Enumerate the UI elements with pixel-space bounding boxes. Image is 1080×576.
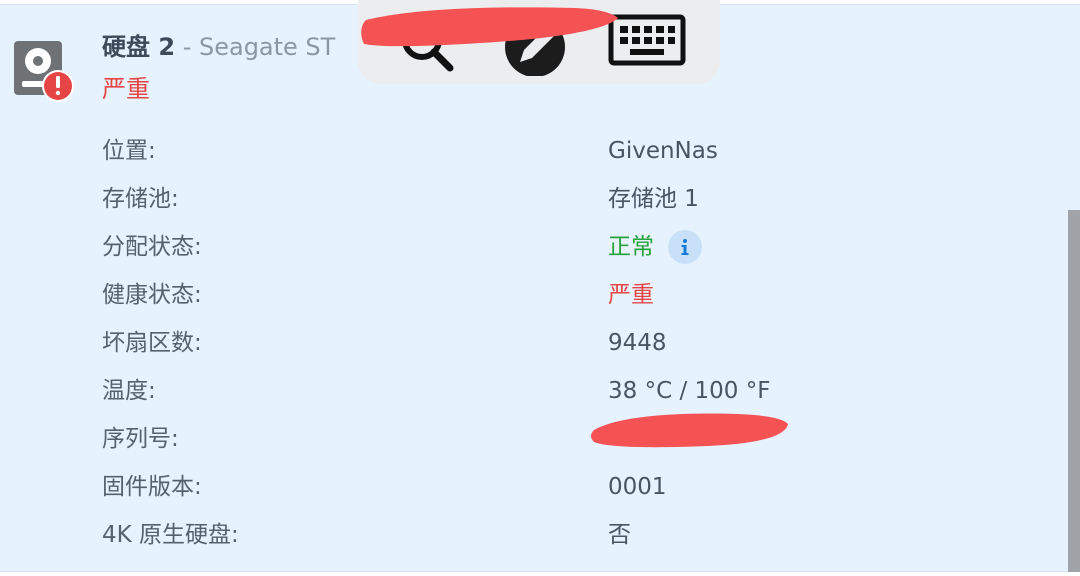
location-value: GivenNas <box>608 138 718 164</box>
row-firmware: 固件版本: 0001 <box>0 467 1060 507</box>
firmware-value: 0001 <box>608 474 667 500</box>
allocation-status-value-wrap: 正常 <box>608 227 702 267</box>
info-icon[interactable] <box>668 230 702 264</box>
4k-native-label: 4K 原生硬盘: <box>102 522 239 548</box>
disk-model: - Seagate ST <box>175 33 336 61</box>
4k-native-value: 否 <box>608 522 631 548</box>
bad-sectors-label: 坏扇区数: <box>102 330 202 356</box>
temperature-value: 38 °C / 100 °F <box>608 378 771 404</box>
row-location: 位置: GivenNas <box>0 131 1060 171</box>
temperature-label: 温度: <box>102 378 156 404</box>
storage-pool-value: 存储池 1 <box>608 186 699 212</box>
row-health-status: 健康状态: 严重 <box>0 275 1060 315</box>
row-storage-pool: 存储池: 存储池 1 <box>0 179 1060 219</box>
firmware-label: 固件版本: <box>102 474 202 500</box>
health-status-value: 严重 <box>608 282 654 308</box>
scrollbar[interactable] <box>1068 210 1080 572</box>
storage-pool-label: 存储池: <box>102 186 179 212</box>
bad-sectors-value: 9448 <box>608 330 667 356</box>
location-label: 位置: <box>102 138 156 164</box>
row-temperature: 温度: 38 °C / 100 °F <box>0 371 1060 411</box>
disk-name: 硬盘 2 <box>102 33 176 61</box>
allocation-status-label: 分配状态: <box>102 234 202 260</box>
row-4k-native: 4K 原生硬盘: 否 <box>0 515 1060 555</box>
disk-info-panel: 硬盘 2 - Seagate ST 8 严重 位置: GivenNas 存储池:… <box>0 4 1080 572</box>
row-serial-number: 序列号: <box>0 419 1060 459</box>
health-status-label: 健康状态: <box>102 282 202 308</box>
row-bad-sectors: 坏扇区数: 9448 <box>0 323 1060 363</box>
allocation-status-value: 正常 <box>608 234 654 260</box>
redaction-mark-serial <box>591 413 788 448</box>
row-allocation-status: 分配状态: 正常 <box>0 227 1060 267</box>
hard-disk-warning-icon <box>14 41 74 102</box>
disk-status: 严重 <box>102 75 150 103</box>
disk-title: 硬盘 2 - Seagate ST <box>102 31 335 63</box>
serial-number-label: 序列号: <box>102 426 179 452</box>
redaction-mark-title <box>361 7 618 47</box>
